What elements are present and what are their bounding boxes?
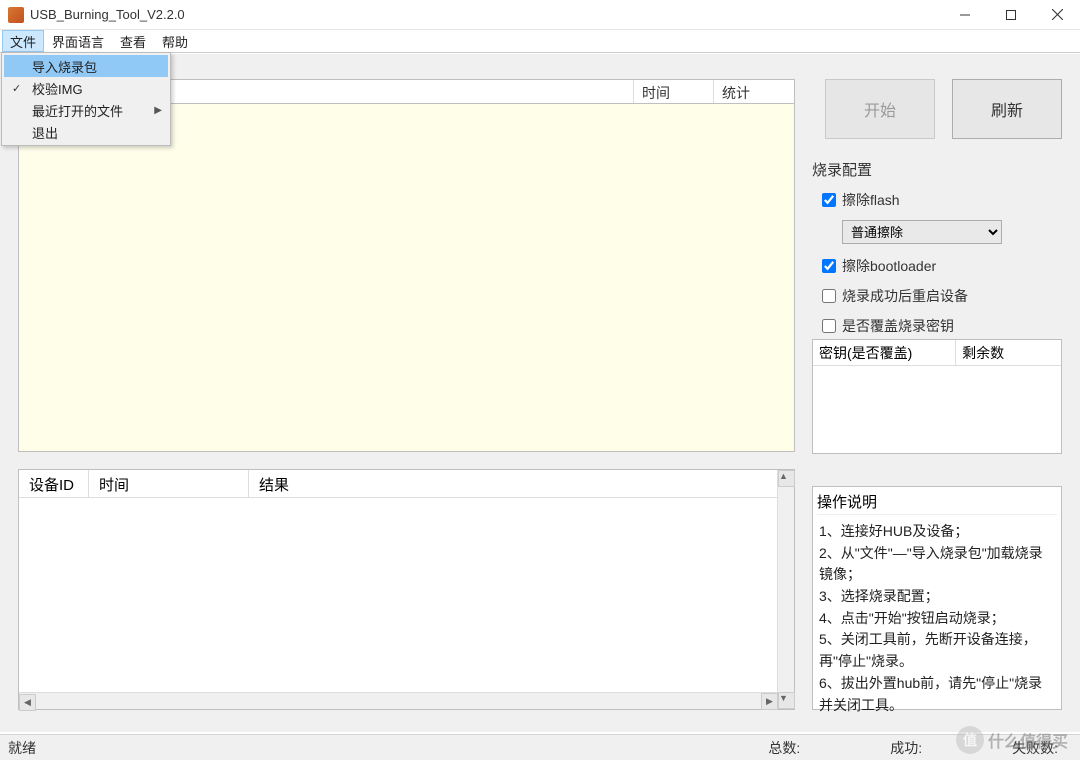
start-button[interactable]: 开始 <box>825 79 935 139</box>
instructions-title: 操作说明 <box>817 491 1057 515</box>
keys-header: 密钥(是否覆盖) 剩余数 <box>813 340 1061 366</box>
scroll-up-icon[interactable]: ▲ <box>778 470 795 487</box>
instructions-body: 1、连接好HUB及设备； 2、从"文件"—"导入烧录包"加载烧录镜像； 3、选择… <box>817 521 1057 716</box>
erase-bootloader-label: 擦除bootloader <box>842 256 936 276</box>
config-title: 烧录配置 <box>812 159 1062 180</box>
status-fail: 失败数: <box>1012 738 1058 758</box>
keys-col-key: 密钥(是否覆盖) <box>813 340 956 365</box>
status-bar: 就绪 总数: 成功: 失败数: <box>0 734 1080 760</box>
horizontal-scrollbar[interactable]: ◀ ▶ <box>19 692 778 709</box>
scroll-left-icon[interactable]: ◀ <box>19 694 36 711</box>
reboot-row[interactable]: 烧录成功后重启设备 <box>822 286 1062 306</box>
check-icon: ✓ <box>12 82 21 95</box>
maximize-button[interactable] <box>988 0 1034 30</box>
log-panel[interactable] <box>18 104 795 452</box>
status-ready: 就绪 <box>8 738 36 758</box>
erase-flash-row[interactable]: 擦除flash <box>822 190 1062 210</box>
file-dropdown: 导入烧录包 ✓ 校验IMG 最近打开的文件 ▶ 退出 <box>1 52 171 146</box>
menu-exit[interactable]: 退出 <box>4 121 168 143</box>
title-bar: USB_Burning_Tool_V2.2.0 <box>0 0 1080 30</box>
vertical-scrollbar[interactable]: ▲ ▼ <box>777 470 794 709</box>
menu-item-label: 最近打开的文件 <box>32 101 123 120</box>
instruction-line: 6、拔出外置hub前，请先"停止"烧录并关闭工具。 <box>819 673 1055 716</box>
menu-item-label: 退出 <box>32 123 58 142</box>
erase-mode-select[interactable]: 普通擦除 <box>842 220 1002 244</box>
instruction-line: 1、连接好HUB及设备； <box>819 521 1055 543</box>
device-col-result: 结果 <box>249 470 794 497</box>
app-icon <box>8 7 24 23</box>
instruction-line: 3、选择烧录配置； <box>819 586 1055 608</box>
config-panel: 烧录配置 擦除flash 普通擦除 擦除bootloader 烧录成功后重启设备… <box>812 159 1062 346</box>
minimize-button[interactable] <box>942 0 988 30</box>
instruction-line: 5、关闭工具前，先断开设备连接，再"停止"烧录。 <box>819 629 1055 672</box>
override-key-row[interactable]: 是否覆盖烧录密钥 <box>822 316 1062 336</box>
menu-view[interactable]: 查看 <box>112 30 154 52</box>
menu-file[interactable]: 文件 <box>2 30 44 52</box>
override-key-label: 是否覆盖烧录密钥 <box>842 316 954 336</box>
upper-col-stats: 统计 <box>714 80 794 103</box>
main-area: 时间 统计 开始 刷新 烧录配置 擦除flash 普通擦除 擦除bootload… <box>0 54 1080 732</box>
window-controls <box>942 0 1080 30</box>
chevron-right-icon: ▶ <box>154 105 162 116</box>
menu-import-package[interactable]: 导入烧录包 <box>4 55 168 77</box>
erase-flash-checkbox[interactable] <box>822 193 836 207</box>
menu-item-label: 校验IMG <box>32 79 83 98</box>
menu-recent-files[interactable]: 最近打开的文件 ▶ <box>4 99 168 121</box>
status-success: 成功: <box>890 738 922 758</box>
device-col-id: 设备ID <box>19 470 89 497</box>
reboot-checkbox[interactable] <box>822 289 836 303</box>
menu-verify-img[interactable]: ✓ 校验IMG <box>4 77 168 99</box>
refresh-button[interactable]: 刷新 <box>952 79 1062 139</box>
scroll-down-icon[interactable]: ▼ <box>778 692 795 709</box>
keys-box: 密钥(是否覆盖) 剩余数 <box>812 339 1062 454</box>
menu-language[interactable]: 界面语言 <box>44 30 112 52</box>
menu-item-label: 导入烧录包 <box>32 57 97 76</box>
close-button[interactable] <box>1034 0 1080 30</box>
override-key-checkbox[interactable] <box>822 319 836 333</box>
menu-help[interactable]: 帮助 <box>154 30 196 52</box>
status-total: 总数: <box>768 738 800 758</box>
erase-bootloader-checkbox[interactable] <box>822 259 836 273</box>
erase-mode-row: 普通擦除 <box>842 220 1062 244</box>
scroll-right-icon[interactable]: ▶ <box>761 693 778 710</box>
device-col-time: 时间 <box>89 470 249 497</box>
window-title: USB_Burning_Tool_V2.2.0 <box>30 7 942 22</box>
device-header: 设备ID 时间 结果 <box>19 470 794 498</box>
erase-bootloader-row[interactable]: 擦除bootloader <box>822 256 1062 276</box>
erase-flash-label: 擦除flash <box>842 190 900 210</box>
instruction-line: 2、从"文件"—"导入烧录包"加载烧录镜像； <box>819 543 1055 586</box>
keys-col-remain: 剩余数 <box>956 340 1061 365</box>
menu-bar: 文件 界面语言 查看 帮助 <box>0 30 1080 52</box>
instruction-line: 4、点击"开始"按钮启动烧录； <box>819 608 1055 630</box>
device-table: 设备ID 时间 结果 ▲ ▼ ◀ ▶ <box>18 469 795 710</box>
reboot-label: 烧录成功后重启设备 <box>842 286 968 306</box>
upper-col-time: 时间 <box>634 80 714 103</box>
instructions-panel: 操作说明 1、连接好HUB及设备； 2、从"文件"—"导入烧录包"加载烧录镜像；… <box>812 486 1062 710</box>
